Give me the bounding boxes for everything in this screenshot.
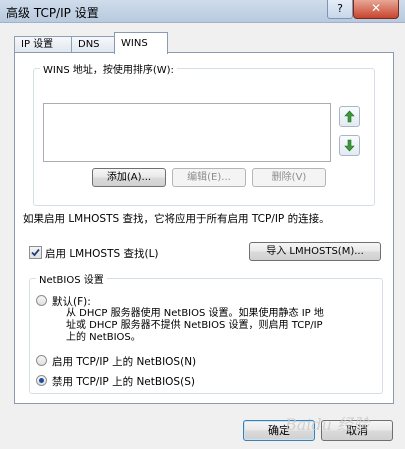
netbios-enable-radio[interactable]: [36, 355, 47, 366]
wins-group-label: WINS 地址，按使用排序(W):: [43, 65, 174, 76]
move-down-button[interactable]: [339, 135, 360, 156]
tab-label: DNS: [78, 39, 100, 50]
netbios-group: NetBIOS 设置 默认(F): 从 DHCP 服务器使用 NetBIOS 设…: [29, 271, 383, 394]
netbios-enable-label[interactable]: 启用 TCP/IP 上的 NetBIOS(N): [52, 354, 196, 369]
lmhosts-checkbox[interactable]: [29, 246, 42, 259]
title-bar: 高级 TCP/IP 设置 ? ✕: [0, 0, 405, 23]
baidu-watermark: Baidu 经验: [284, 415, 369, 434]
add-button[interactable]: 添加(A)...: [92, 168, 166, 187]
edit-button-label: 编辑(E)...: [187, 172, 231, 183]
help-icon: ?: [337, 2, 343, 15]
edit-button[interactable]: 编辑(E)...: [172, 168, 246, 187]
wins-address-list[interactable]: [43, 103, 331, 162]
tab-label: IP 设置: [21, 39, 54, 50]
netbios-disable-radio[interactable]: [36, 375, 47, 386]
netbios-disable-label[interactable]: 禁用 TCP/IP 上的 NetBIOS(S): [52, 374, 195, 389]
netbios-default-description-line-3: 上的 NetBIOS。: [66, 332, 141, 343]
move-up-button[interactable]: [339, 106, 360, 127]
lmhosts-note: 如果启用 LMHOSTS 查找，它将应用于所有启用 TCP/IP 的连接。: [23, 213, 330, 225]
arrow-up-icon: [344, 110, 355, 123]
close-button[interactable]: ✕: [353, 0, 399, 19]
remove-button-label: 删除(V): [271, 172, 307, 183]
checkmark-icon: [31, 248, 40, 257]
import-lmhosts-button[interactable]: 导入 LMHOSTS(M)...: [249, 242, 381, 261]
tab-label: WINS: [121, 38, 148, 49]
window-title: 高级 TCP/IP 设置: [6, 6, 99, 20]
dialog-body: IP 设置 DNS WINS WINS 地址，按使用排序(W): 添加(A)..…: [0, 23, 405, 449]
tab-ip-settings[interactable]: IP 设置: [14, 36, 72, 53]
remove-button[interactable]: 删除(V): [252, 168, 326, 187]
tab-panel-wins: WINS 地址，按使用排序(W): 添加(A)... 编辑(E)... 删除(V…: [14, 52, 394, 404]
arrow-down-icon: [344, 139, 355, 152]
netbios-group-label: NetBIOS 设置: [39, 275, 104, 286]
help-button[interactable]: ?: [327, 0, 353, 19]
wins-address-group: WINS 地址，按使用排序(W): 添加(A)... 编辑(E)... 删除(V…: [33, 61, 375, 206]
add-button-label: 添加(A)...: [106, 172, 152, 183]
close-icon: ✕: [370, 1, 382, 15]
netbios-default-radio[interactable]: [36, 295, 47, 306]
netbios-default-label[interactable]: 默认(F):: [52, 294, 91, 309]
netbios-default-description-line-1: 从 DHCP 服务器使用 NetBIOS 设置。如果使用静态 IP 地: [66, 308, 324, 319]
netbios-default-description-line-2: 址或 DHCP 服务器不提供 NetBIOS 设置，则启用 TCP/IP: [66, 320, 323, 331]
lmhosts-checkbox-label[interactable]: 启用 LMHOSTS 查找(L): [45, 246, 159, 261]
tab-wins[interactable]: WINS: [114, 32, 168, 54]
tab-dns[interactable]: DNS: [71, 36, 115, 53]
import-lmhosts-label: 导入 LMHOSTS(M)...: [266, 246, 364, 257]
